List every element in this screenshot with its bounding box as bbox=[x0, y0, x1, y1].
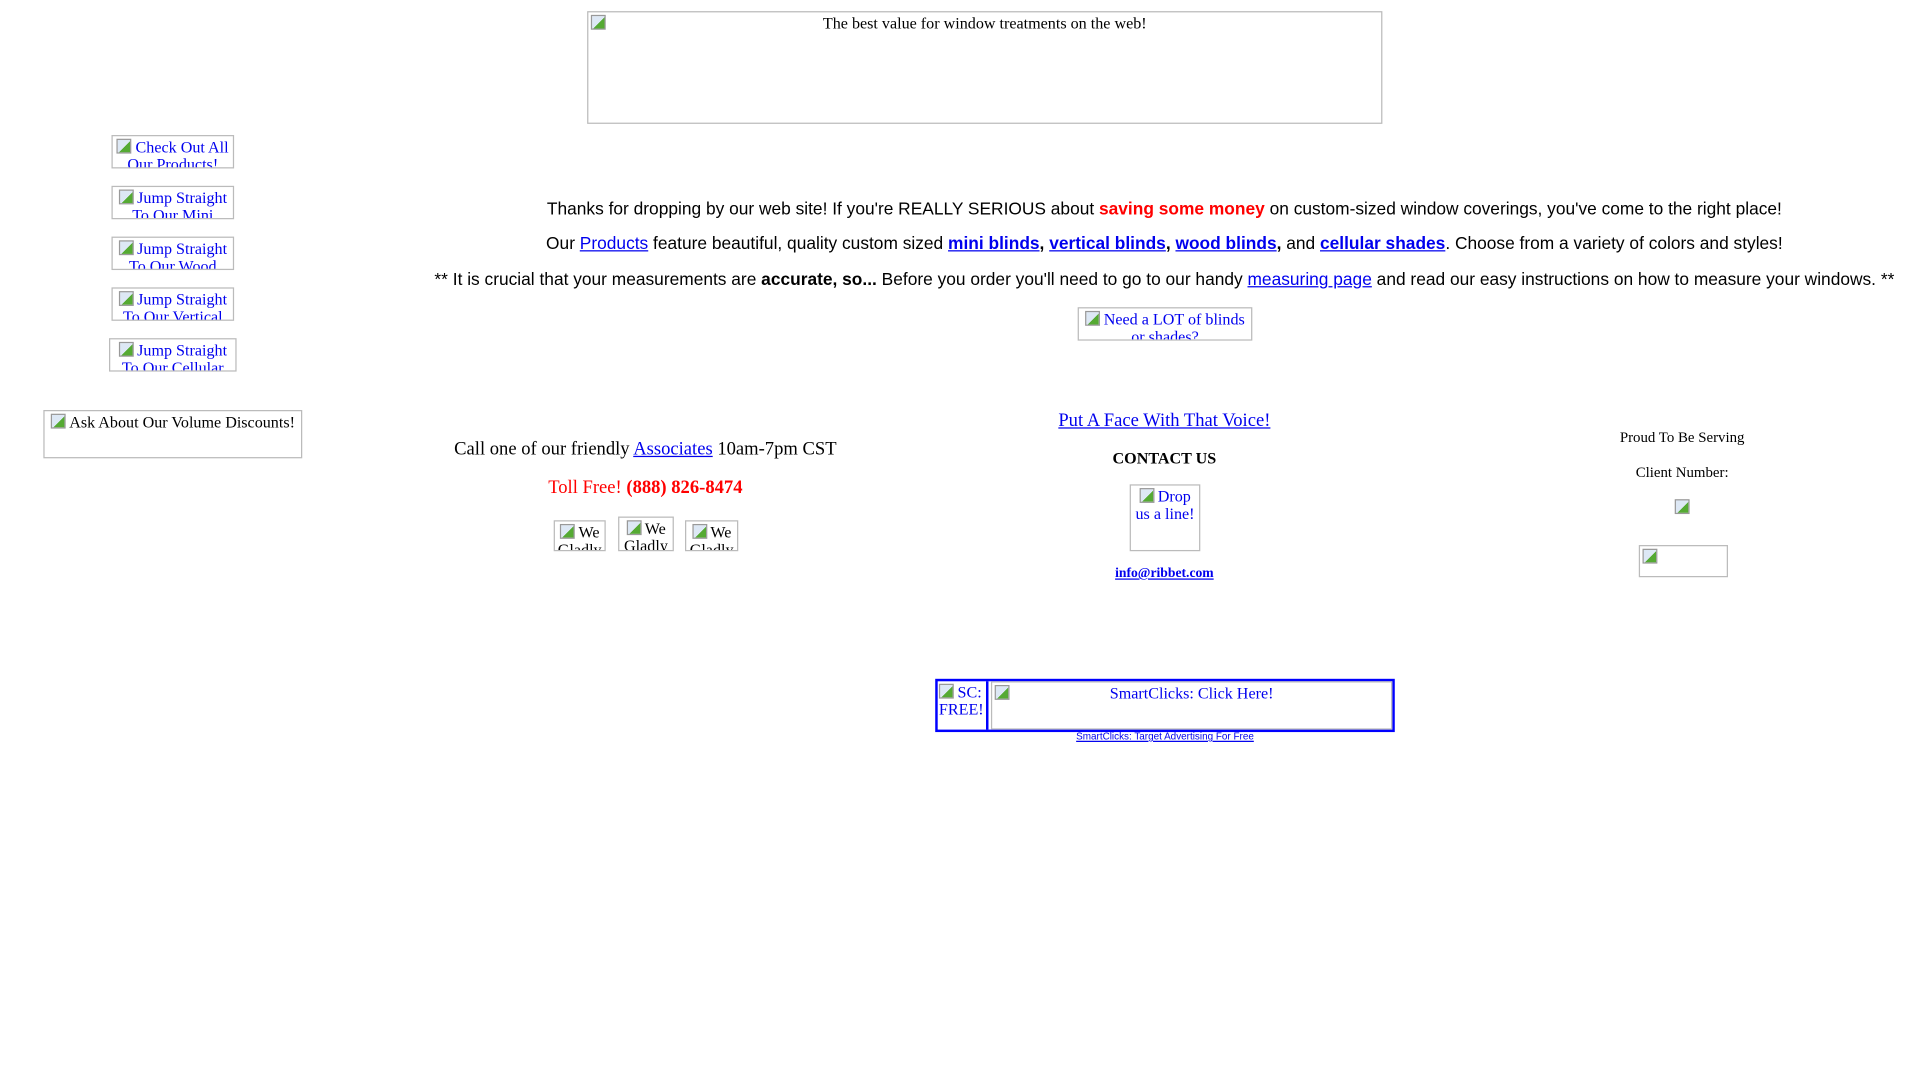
email-wrap: info@ribbet.com bbox=[991, 566, 1338, 581]
broken-image-icon bbox=[1139, 488, 1155, 503]
broken-image-icon bbox=[994, 685, 1010, 700]
broken-image-icon bbox=[50, 413, 66, 429]
intro-text: feature beautiful, quality custom sized bbox=[648, 232, 949, 253]
email-link[interactable]: info@ribbet.com bbox=[1115, 566, 1214, 581]
broken-image-icon bbox=[118, 291, 134, 306]
sidebar-item-label: Jump Straight To Our Cellular bbox=[121, 340, 228, 372]
vertical-blinds-link[interactable]: vertical blinds bbox=[1049, 233, 1166, 253]
broken-image-icon bbox=[590, 14, 606, 30]
sidebar-item-label: Jump Straight To Our Vertical bbox=[122, 289, 228, 321]
products-link[interactable]: Products bbox=[580, 233, 648, 253]
call-associates-line: Call one of our friendly Associates 10am… bbox=[372, 440, 920, 461]
smartclicks-footer-link[interactable]: SmartClicks: Target Advertising For Free bbox=[1076, 731, 1254, 742]
payment-card-image: We Gladly bbox=[685, 520, 739, 552]
mini-blinds-link[interactable]: mini blinds bbox=[948, 233, 1040, 253]
intro-line-3: ** It is crucial that your measurements … bbox=[372, 269, 1920, 289]
sidebar-item-wood[interactable]: Jump Straight To Our Wood bbox=[111, 236, 235, 271]
banner-image: The best value for window treatments on … bbox=[587, 11, 1383, 124]
sidebar-item-products[interactable]: Check Out All Our Products! bbox=[111, 135, 235, 169]
intro-line-2: Our Products feature beautiful, quality … bbox=[372, 233, 1920, 253]
payment-card-image: We Gladly bbox=[553, 520, 606, 552]
click-here-text: SmartClicks: Click Here! bbox=[1109, 683, 1274, 703]
intro-text: . Choose from a variety of colors and st… bbox=[1445, 232, 1783, 253]
broken-image-icon bbox=[118, 189, 134, 205]
broken-image-icon bbox=[559, 523, 575, 539]
intro-text: ** It is crucial that your measurements … bbox=[434, 268, 762, 289]
sidebar-item-cellular[interactable]: Jump Straight To Our Cellular bbox=[109, 338, 237, 372]
intro-line-1: Thanks for dropping by our web site! If … bbox=[372, 198, 1920, 218]
badge-image bbox=[1638, 545, 1728, 578]
drop-us-a-line-button[interactable]: Drop us a line! bbox=[1129, 484, 1201, 552]
intro-text: Our bbox=[546, 232, 580, 253]
comma: , bbox=[1165, 232, 1171, 253]
hours-text: 10am-7pm CST bbox=[712, 439, 837, 460]
broken-image-icon bbox=[118, 240, 134, 256]
sidebar-item-mini[interactable]: Jump Straight To Our Mini bbox=[111, 185, 235, 220]
smartclicks-ad[interactable]: SC: FREE! SmartClicks: Click Here! bbox=[935, 678, 1395, 733]
client-number-label: Client Number: bbox=[1635, 463, 1729, 481]
broken-image-icon bbox=[626, 520, 642, 536]
broken-image-icon bbox=[938, 683, 954, 699]
measuring-page-link[interactable]: measuring page bbox=[1247, 269, 1371, 289]
face-voice-wrap: Put A Face With That Voice! bbox=[991, 411, 1338, 432]
savings-highlight: saving some money bbox=[1098, 198, 1265, 219]
face-with-voice-link[interactable]: Put A Face With That Voice! bbox=[1058, 411, 1270, 431]
intro-text: and bbox=[1281, 232, 1321, 253]
associates-link[interactable]: Associates bbox=[633, 440, 712, 460]
intro-text: Before you order you'll need to go to ou… bbox=[876, 268, 1248, 289]
need-a-lot-text: Need a LOT of blinds or shades? bbox=[1103, 309, 1245, 341]
sidebar-item-label: Jump Straight To Our Mini bbox=[132, 188, 228, 220]
broken-image-icon bbox=[1642, 548, 1658, 564]
broken-image-icon bbox=[118, 341, 134, 357]
intro-text: on custom-sized window coverings, you've… bbox=[1264, 198, 1782, 219]
toll-free-label: Toll Free! bbox=[548, 478, 627, 498]
comma: , bbox=[1039, 232, 1045, 253]
wood-blinds-link[interactable]: wood blinds bbox=[1175, 233, 1276, 253]
phone-number: (888) 826-8474 bbox=[626, 478, 743, 498]
cellular-shades-link[interactable]: cellular shades bbox=[1320, 233, 1445, 253]
need-a-lot-button[interactable]: Need a LOT of blinds or shades? bbox=[1077, 307, 1253, 341]
volume-discounts-text: Ask About Our Volume Discounts! bbox=[69, 412, 295, 432]
intro-text: Thanks for dropping by our web site! If … bbox=[546, 198, 1099, 219]
broken-image-icon bbox=[116, 138, 132, 154]
payment-card-image: We Gladly bbox=[618, 516, 674, 552]
sidebar-item-vertical[interactable]: Jump Straight To Our Vertical bbox=[111, 287, 235, 321]
intro-text: and read our easy instructions on how to… bbox=[1371, 268, 1895, 289]
contact-heading: CONTACT US bbox=[1112, 448, 1217, 467]
toll-free-line: Toll Free! (888) 826-8474 bbox=[372, 478, 920, 499]
broken-image-icon bbox=[691, 523, 707, 539]
sidebar-item-label: Jump Straight To Our Wood bbox=[128, 239, 228, 271]
smartclicks-banner[interactable]: SmartClicks: Click Here! bbox=[990, 681, 1393, 730]
sc-free-image[interactable]: SC: FREE! bbox=[938, 681, 989, 730]
ad-footer-wrap: SmartClicks: Target Advertising For Free bbox=[935, 731, 1395, 742]
sidebar-item-label: Check Out All Our Products! bbox=[127, 137, 229, 169]
serving-text: Proud To Be Serving bbox=[1619, 428, 1745, 446]
volume-discounts-image: Ask About Our Volume Discounts! bbox=[43, 410, 303, 459]
client-counter-image bbox=[1674, 499, 1690, 515]
call-text: Call one of our friendly bbox=[454, 439, 634, 460]
banner-alt-text: The best value for window treatments on … bbox=[822, 13, 1147, 33]
broken-image-icon bbox=[1085, 310, 1101, 326]
accurate-bold: accurate, so... bbox=[761, 268, 877, 289]
